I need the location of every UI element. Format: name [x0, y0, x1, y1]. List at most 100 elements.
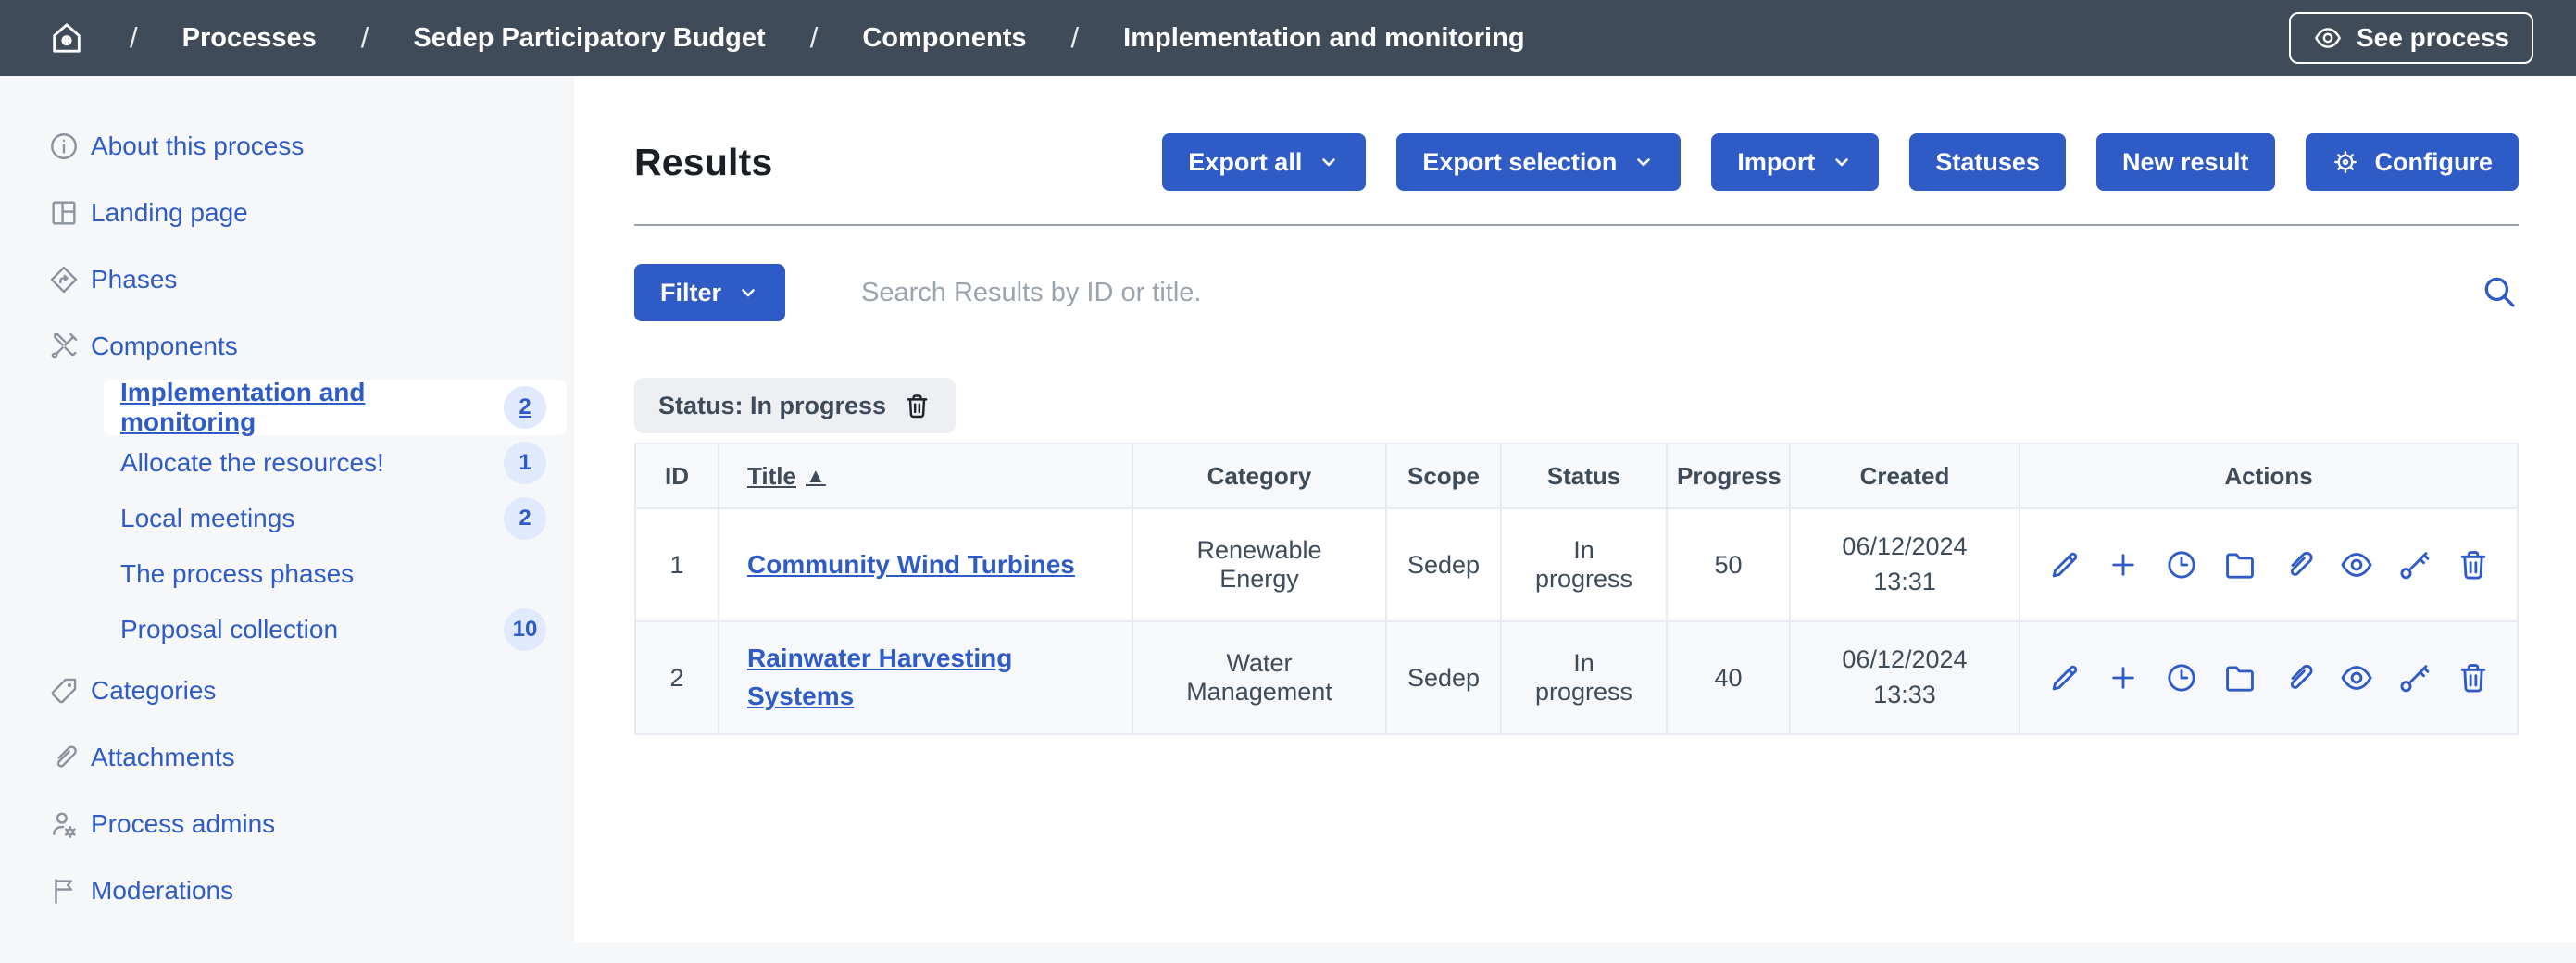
history-clock-icon[interactable] — [2164, 660, 2199, 695]
cell-id: 2 — [635, 621, 719, 734]
sidebar-item-process-admins[interactable]: Process admins — [0, 791, 574, 857]
count-badge: 2 — [504, 386, 546, 429]
layout-grid-icon — [48, 197, 80, 229]
export-selection-label: Export selection — [1422, 148, 1617, 177]
cell-created: 06/12/2024 13:33 — [1790, 621, 2020, 734]
main-content: Results Export all Export selection Impo… — [574, 76, 2576, 943]
sidebar-subitem-label: Implementation and monitoring — [120, 378, 504, 437]
cell-progress: 40 — [1667, 621, 1790, 734]
configure-button[interactable]: Configure — [2306, 133, 2520, 191]
attachments-paperclip-icon[interactable] — [2281, 547, 2316, 582]
sidebar-item-landing-page[interactable]: Landing page — [0, 180, 574, 246]
results-table: ID Title ▲ Category Scope Status Progres… — [634, 443, 2519, 735]
column-header-scope: Scope — [1386, 444, 1501, 508]
sidebar-item-label: Landing page — [91, 198, 248, 228]
chevron-down-icon — [1632, 151, 1655, 173]
table-row: 2 Rainwater Harvesting Systems Water Man… — [635, 621, 2518, 734]
sidebar-item-phases[interactable]: Phases — [0, 246, 574, 313]
breadcrumb-separator: / — [130, 21, 138, 55]
permissions-key-icon[interactable] — [2397, 547, 2432, 582]
tag-icon — [48, 675, 80, 707]
import-button[interactable]: Import — [1711, 133, 1879, 191]
section-divider — [634, 224, 2519, 226]
search-icon[interactable] — [2480, 272, 2519, 314]
page-title: Results — [634, 141, 773, 184]
sidebar-item-attachments[interactable]: Attachments — [0, 724, 574, 791]
count-badge: 2 — [504, 497, 546, 540]
edit-icon[interactable] — [2047, 547, 2082, 582]
column-header-progress: Progress — [1667, 444, 1790, 508]
filter-button[interactable]: Filter — [634, 264, 785, 321]
breadcrumb-separator: / — [1071, 21, 1080, 55]
statuses-label: Statuses — [1935, 148, 2040, 177]
new-result-label: New result — [2122, 148, 2249, 177]
edit-icon[interactable] — [2047, 660, 2082, 695]
home-icon[interactable] — [48, 19, 85, 56]
preview-eye-icon[interactable] — [2339, 660, 2374, 695]
result-title-link[interactable]: Community Wind Turbines — [747, 550, 1075, 579]
sidebar-item-label: Phases — [91, 265, 177, 294]
chevron-down-icon — [737, 281, 759, 304]
table-row: 1 Community Wind Turbines Renewable Ener… — [635, 508, 2518, 621]
attachments-paperclip-icon[interactable] — [2281, 660, 2316, 695]
configure-label: Configure — [2375, 148, 2494, 177]
delete-trash-icon[interactable] — [2456, 547, 2491, 582]
sidebar-item-implementation-and-monitoring[interactable]: Implementation and monitoring 2 — [104, 380, 567, 435]
export-selection-button[interactable]: Export selection — [1396, 133, 1681, 191]
count-badge: 1 — [504, 442, 546, 484]
add-icon[interactable] — [2106, 547, 2141, 582]
breadcrumb-item-components[interactable]: Components — [862, 23, 1026, 54]
delete-trash-icon[interactable] — [2456, 660, 2491, 695]
add-icon[interactable] — [2106, 660, 2141, 695]
cell-scope: Sedep — [1386, 621, 1501, 734]
folder-icon[interactable] — [2222, 547, 2257, 582]
see-process-button[interactable]: See process — [2289, 12, 2533, 64]
filter-label: Filter — [660, 279, 721, 307]
cell-category: Water Management — [1132, 621, 1386, 734]
sidebar-item-local-meetings[interactable]: Local meetings 2 — [104, 491, 567, 546]
result-title-link[interactable]: Rainwater Harvesting Systems — [747, 644, 1012, 710]
search-input[interactable] — [859, 263, 2461, 322]
see-process-label: See process — [2357, 23, 2509, 53]
permissions-key-icon[interactable] — [2397, 660, 2432, 695]
info-icon — [48, 131, 80, 162]
preview-eye-icon[interactable] — [2339, 547, 2374, 582]
column-header-actions: Actions — [2020, 444, 2518, 508]
sidebar-item-the-process-phases[interactable]: The process phases — [104, 546, 567, 602]
sidebar-item-moderations[interactable]: Moderations — [0, 857, 574, 924]
sidebar: About this process Landing page Phases — [0, 76, 574, 943]
statuses-button[interactable]: Statuses — [1909, 133, 2066, 191]
sidebar-item-label: Attachments — [91, 743, 235, 772]
sidebar-item-categories[interactable]: Categories — [0, 657, 574, 724]
breadcrumb-item-process-name[interactable]: Sedep Participatory Budget — [413, 23, 765, 54]
column-header-id: ID — [635, 444, 719, 508]
sidebar-item-proposal-collection[interactable]: Proposal collection 10 — [104, 602, 567, 657]
sidebar-item-about[interactable]: About this process — [0, 113, 574, 180]
breadcrumb: / Processes / Sedep Participatory Budget… — [48, 19, 1525, 56]
cell-status: In progress — [1501, 621, 1667, 734]
table-header-row: ID Title ▲ Category Scope Status Progres… — [635, 444, 2518, 508]
sidebar-subitem-label: Proposal collection — [120, 615, 338, 644]
folder-icon[interactable] — [2222, 660, 2257, 695]
sidebar-subitem-label: The process phases — [120, 559, 354, 589]
sidebar-item-label: Moderations — [91, 876, 233, 906]
sidebar-item-label: Categories — [91, 676, 216, 706]
column-header-category: Category — [1132, 444, 1386, 508]
new-result-button[interactable]: New result — [2096, 133, 2275, 191]
footer-strip — [0, 943, 2576, 963]
sidebar-item-label: About this process — [91, 131, 304, 161]
remove-filter-trash-icon[interactable] — [903, 392, 932, 420]
sort-title-link[interactable]: Title ▲ — [747, 462, 826, 491]
sidebar-subitem-label: Local meetings — [120, 504, 294, 533]
history-clock-icon[interactable] — [2164, 547, 2199, 582]
cell-progress: 50 — [1667, 508, 1790, 621]
breadcrumb-item-processes[interactable]: Processes — [182, 23, 317, 54]
flag-icon — [48, 875, 80, 907]
breadcrumb-separator: / — [361, 21, 369, 55]
sidebar-item-components[interactable]: Components — [0, 313, 574, 380]
export-all-button[interactable]: Export all — [1162, 133, 1366, 191]
column-header-created: Created — [1790, 444, 2020, 508]
sort-asc-icon: ▲ — [806, 464, 826, 488]
filter-row: Filter — [634, 263, 2519, 322]
sidebar-item-allocate-the-resources[interactable]: Allocate the resources! 1 — [104, 435, 567, 491]
